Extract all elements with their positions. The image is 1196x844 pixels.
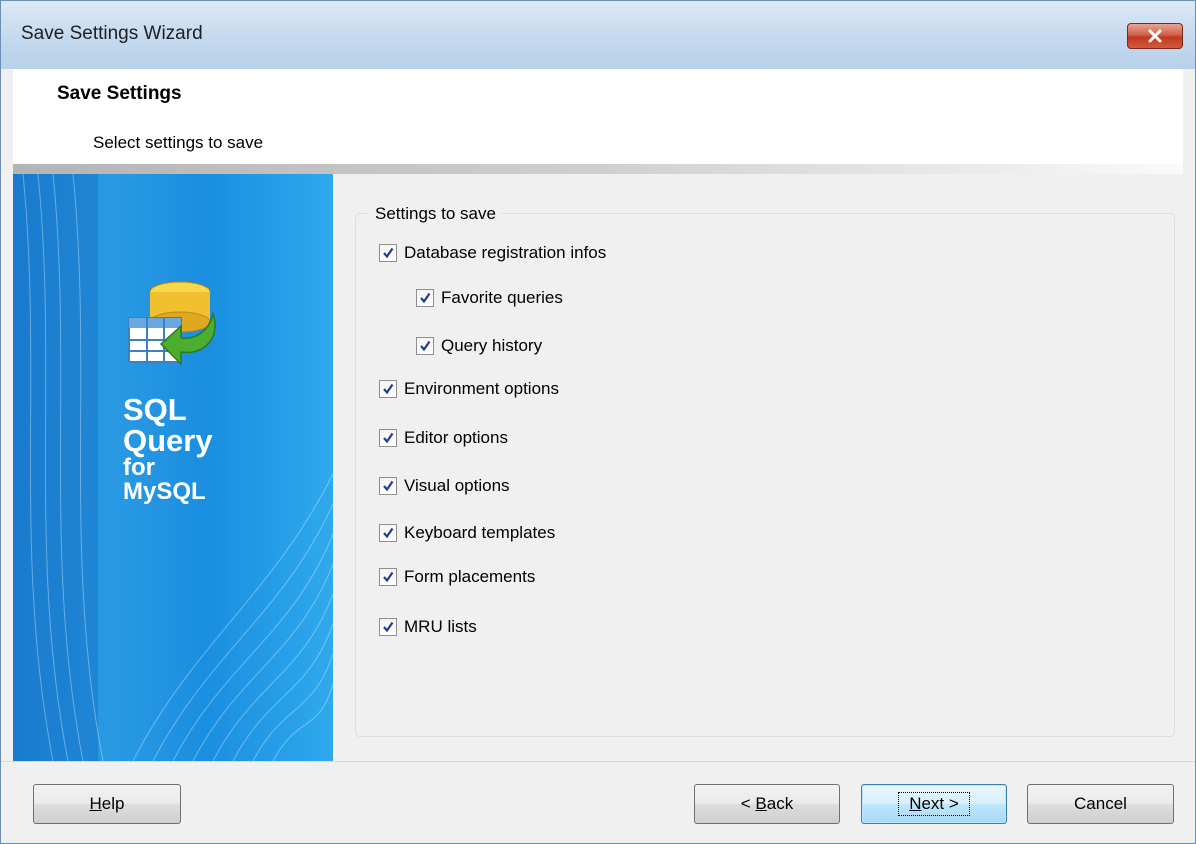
checkbox-label: Environment options bbox=[404, 379, 559, 398]
page-subtitle: Select settings to save bbox=[93, 133, 264, 152]
checkbox-label: Keyboard templates bbox=[404, 523, 556, 542]
checkbox-label: Query history bbox=[441, 336, 543, 355]
checkmark-icon bbox=[383, 432, 394, 444]
checkmark-icon bbox=[420, 340, 431, 352]
checkbox-box[interactable] bbox=[379, 568, 397, 586]
checkmark-icon bbox=[383, 247, 394, 259]
close-icon bbox=[1148, 29, 1162, 43]
help-button[interactable]: Help bbox=[33, 784, 181, 824]
next-button[interactable]: Next > bbox=[861, 784, 1007, 824]
checkmark-icon bbox=[383, 383, 394, 395]
checkbox-database-registration-infos[interactable]: Database registration infos bbox=[379, 241, 606, 265]
checkbox-box[interactable] bbox=[379, 244, 397, 262]
checkmark-icon bbox=[420, 292, 431, 304]
checkbox-box[interactable] bbox=[379, 477, 397, 495]
checkbox-label: Form placements bbox=[404, 567, 536, 586]
settings-group-label: Settings to save bbox=[369, 204, 502, 224]
page-title: Save Settings bbox=[57, 83, 182, 104]
checkbox-label: Editor options bbox=[404, 428, 508, 447]
checkbox-environment-options[interactable]: Environment options bbox=[379, 377, 559, 401]
checkbox-favorite-queries[interactable]: Favorite queries bbox=[416, 286, 563, 310]
database-table-arrow-icon bbox=[128, 281, 216, 366]
checkbox-box[interactable] bbox=[416, 289, 434, 307]
checkmark-icon bbox=[383, 571, 394, 583]
wizard-footer: Help < Back Next > Cancel bbox=[1, 761, 1195, 843]
wizard-content: Settings to save Database registration i… bbox=[333, 174, 1183, 761]
checkbox-label: MRU lists bbox=[404, 617, 477, 636]
next-label: Next > bbox=[898, 792, 970, 816]
product-line-mysql: MySQL bbox=[123, 478, 206, 505]
checkbox-box[interactable] bbox=[379, 429, 397, 447]
product-banner: SQL Query for MySQL bbox=[13, 174, 333, 761]
checkbox-mru-lists[interactable]: MRU lists bbox=[379, 615, 477, 639]
checkbox-form-placements[interactable]: Form placements bbox=[379, 565, 535, 589]
checkbox-visual-options[interactable]: Visual options bbox=[379, 474, 510, 498]
cancel-label: Cancel bbox=[1074, 794, 1127, 813]
cancel-button[interactable]: Cancel bbox=[1027, 784, 1174, 824]
product-name: SQL Query for MySQL bbox=[123, 394, 213, 504]
wizard-header: Save Settings Select settings to save bbox=[13, 69, 1183, 164]
title-bar[interactable]: Save Settings Wizard bbox=[1, 1, 1195, 69]
checkmark-icon bbox=[383, 621, 394, 633]
checkbox-box[interactable] bbox=[379, 380, 397, 398]
checkbox-box[interactable] bbox=[379, 618, 397, 636]
checkbox-box[interactable] bbox=[379, 524, 397, 542]
checkbox-box[interactable] bbox=[416, 337, 434, 355]
header-separator bbox=[13, 164, 1183, 174]
product-line-for: for bbox=[123, 454, 155, 481]
checkmark-icon bbox=[383, 527, 394, 539]
checkbox-label: Favorite queries bbox=[441, 288, 563, 307]
back-button[interactable]: < Back bbox=[694, 784, 840, 824]
checkmark-icon bbox=[383, 480, 394, 492]
checkbox-label: Visual options bbox=[404, 476, 510, 495]
product-line-query: Query bbox=[123, 423, 213, 458]
back-label: < Back bbox=[740, 794, 794, 813]
wizard-window: Save Settings Wizard Save Settings Selec… bbox=[0, 0, 1196, 844]
checkbox-label: Database registration infos bbox=[404, 243, 607, 262]
window-title: Save Settings Wizard bbox=[21, 23, 203, 44]
checkbox-editor-options[interactable]: Editor options bbox=[379, 426, 508, 450]
close-button[interactable] bbox=[1127, 23, 1183, 49]
help-label: Help bbox=[89, 794, 125, 813]
checkbox-query-history[interactable]: Query history bbox=[416, 334, 542, 358]
product-line-sql: SQL bbox=[123, 392, 187, 427]
checkbox-keyboard-templates[interactable]: Keyboard templates bbox=[379, 521, 555, 545]
